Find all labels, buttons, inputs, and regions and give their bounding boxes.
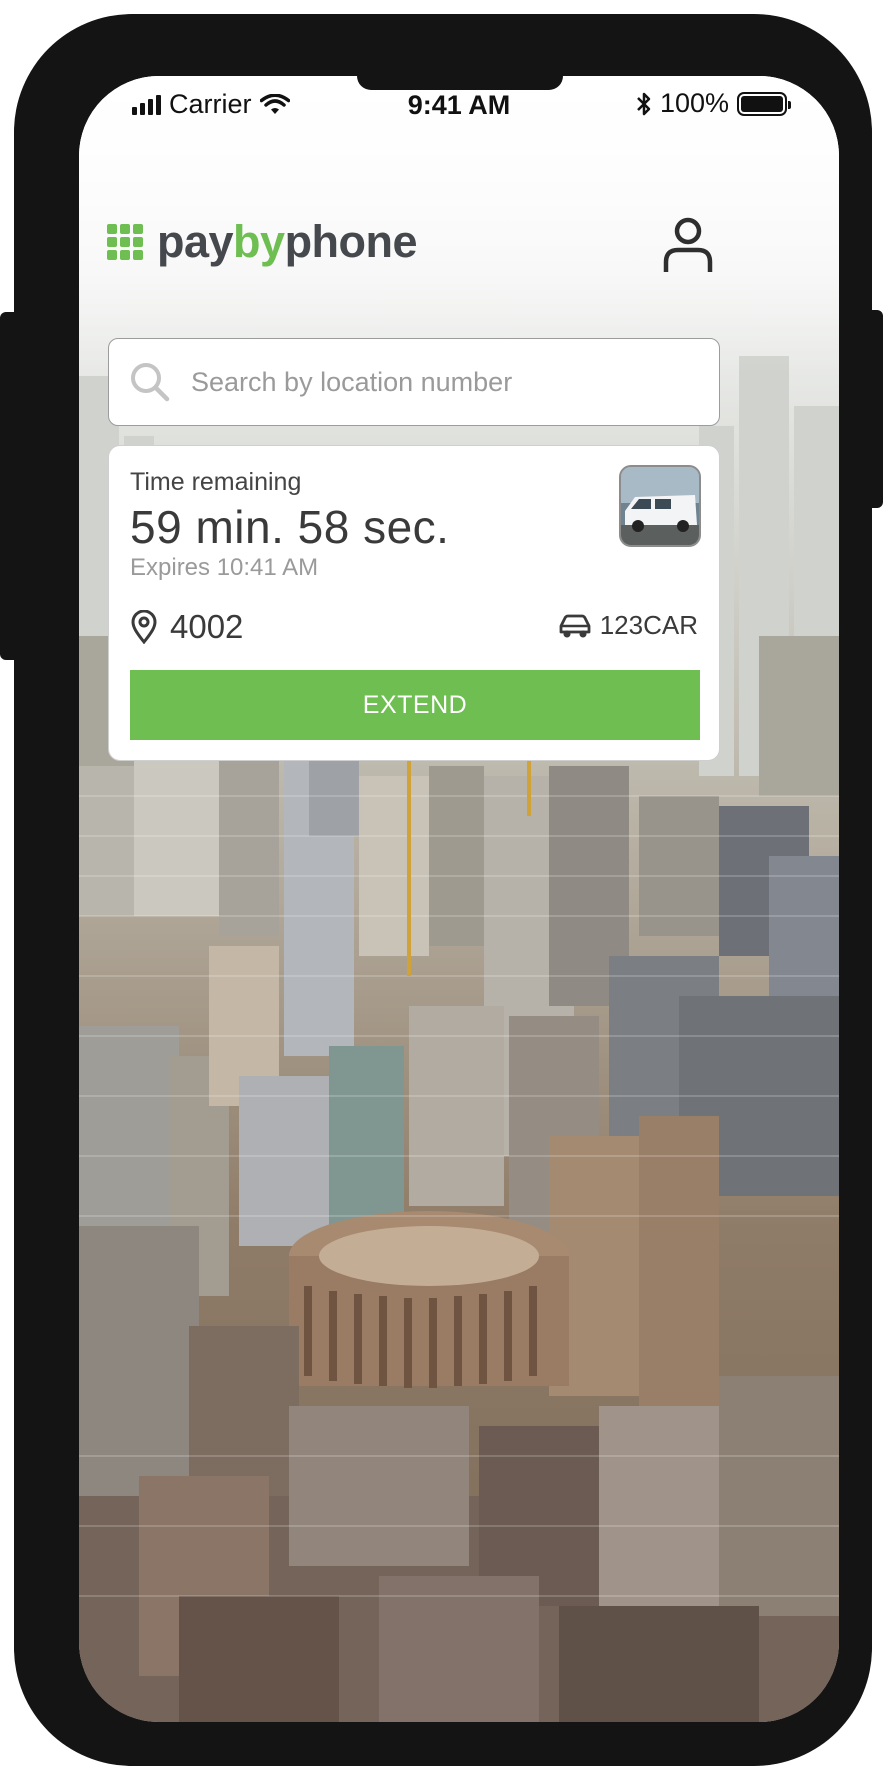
time-remaining-value: 59 min. 58 sec. (130, 501, 450, 553)
bluetooth-icon (637, 92, 651, 115)
city-background-image (79, 76, 839, 1722)
extend-button[interactable]: EXTEND (130, 670, 700, 740)
vehicle-thumbnail[interactable] (619, 465, 701, 547)
battery-icon (737, 91, 791, 116)
map-pin-icon (131, 610, 157, 644)
expiry-time: Expires 10:41 AM (130, 554, 319, 581)
user-icon[interactable] (662, 216, 714, 274)
time-remaining-label: Time remaining (130, 468, 302, 496)
paybyphone-logo: paybyphone (107, 216, 418, 268)
logo-wordmark: paybyphone (157, 216, 418, 267)
side-button-right (866, 310, 883, 508)
car-icon (559, 614, 591, 637)
battery-level-fill (741, 95, 783, 112)
search-icon (131, 363, 170, 402)
side-button-left (0, 312, 18, 660)
status-bar: Carrier 9:41 AM 100% (79, 76, 839, 136)
location-info: 4002 (130, 608, 243, 646)
battery-percent: 100% (659, 88, 729, 118)
location-number: 4002 (170, 608, 244, 645)
phone-frame: Carrier 9:41 AM 100% paybyphone Search b… (14, 14, 872, 1766)
search-input[interactable] (189, 365, 719, 399)
license-plate: 123CAR (599, 610, 698, 640)
search-bar[interactable] (108, 338, 720, 426)
van-image (621, 467, 699, 545)
parking-session-card: Time remaining 59 min. 58 sec. Expires 1… (108, 445, 720, 761)
vehicle-info: 123CAR (558, 610, 698, 641)
screen: Carrier 9:41 AM 100% paybyphone Search b… (79, 76, 839, 1722)
logo-grid-icon (107, 224, 143, 260)
